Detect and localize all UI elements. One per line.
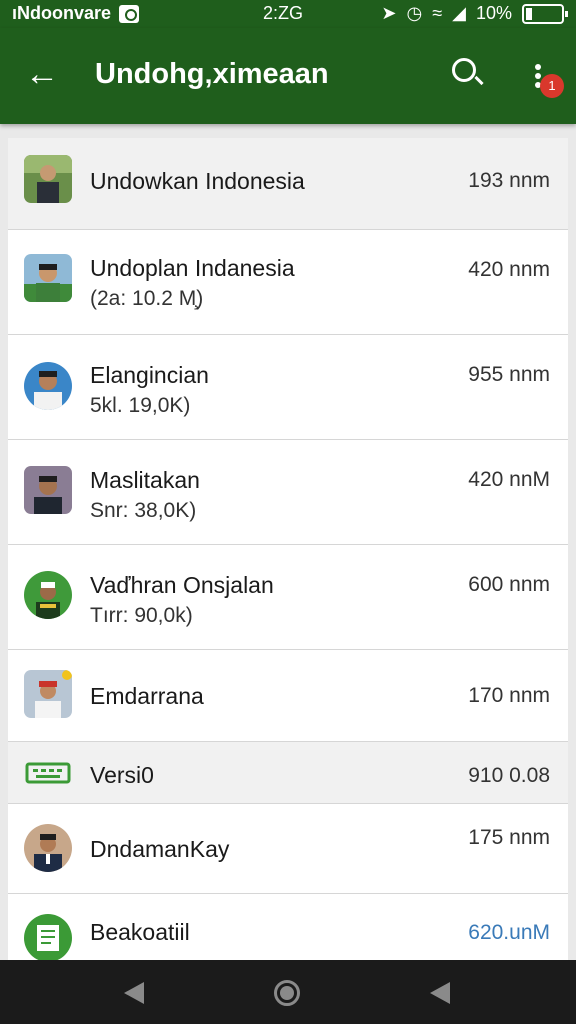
wifi-icon: ≈: [432, 3, 443, 23]
item-title: Elangincian: [90, 362, 209, 388]
avatar: [24, 362, 72, 410]
item-title: Versi0: [90, 762, 154, 788]
status-right: ➤ ◷ ≈ ◢ 10%: [381, 3, 568, 24]
item-title: Beakoatiil: [90, 919, 190, 945]
alarm-icon: ◷: [406, 3, 423, 23]
item-value: 420 nnm: [468, 258, 550, 281]
item-title: Vaďhran Onsjalan: [90, 572, 274, 598]
avatar: [24, 571, 72, 619]
avatar: [24, 670, 72, 718]
location-icon: ➤: [381, 3, 397, 23]
notification-badge: 1: [540, 74, 564, 98]
system-nav-bar: [0, 960, 576, 1024]
nav-home-icon[interactable]: [274, 980, 300, 1006]
item-title: Maslitakan: [90, 467, 200, 493]
item-subtitle: 5kl. 19,0K): [90, 394, 191, 417]
item-subtitle: Tırr: 90,0k): [90, 604, 193, 627]
list-item[interactable]: Beakoatiil 620.unM: [8, 894, 568, 960]
list-item[interactable]: Undowkan Indonesia 193 nnm: [8, 138, 568, 230]
page-title: Undohg‚ximeaan: [95, 58, 329, 90]
carrier-label: ıNdoonvare: [12, 3, 112, 23]
item-value: 955 nnm: [468, 363, 550, 386]
item-title: DndamanKay: [90, 836, 230, 862]
document-icon: [24, 914, 72, 960]
avatar: [24, 466, 72, 514]
list-item[interactable]: Maslitakan Snr: 38,0K) 420 nnM: [8, 440, 568, 545]
nav-recents-icon[interactable]: [430, 982, 450, 1004]
item-value: 170 nnm: [468, 684, 550, 707]
battery-percent: 10%: [475, 3, 512, 23]
item-title: Undowkan Indonesia: [90, 168, 305, 194]
item-title: Undoplan Indanesia: [90, 255, 295, 281]
signal-icon: ◢: [452, 3, 466, 23]
item-value: 910 0.08: [468, 764, 550, 787]
search-icon[interactable]: [448, 54, 488, 94]
item-subtitle: (2a: 10.2 M̧): [90, 287, 204, 310]
avatar: [24, 155, 72, 203]
item-value: 420 nnM: [468, 468, 550, 491]
status-left: ıNdoonvare: [12, 3, 140, 24]
nav-back-icon[interactable]: [124, 982, 144, 1004]
avatar: [24, 824, 72, 872]
battery-icon: [522, 3, 568, 24]
item-value: 175 nnm: [468, 826, 550, 849]
list-item[interactable]: Emdarrana 170 nnm: [8, 650, 568, 742]
item-title: Emdarrana: [90, 683, 204, 709]
keyboard-icon: [24, 749, 72, 797]
status-time: 2:ZG: [263, 3, 304, 23]
list-item[interactable]: Undoplan Indanesia (2a: 10.2 M̧) 420 nnm: [8, 230, 568, 335]
item-value: 620.unM: [468, 921, 550, 944]
item-value: 193 nnm: [468, 169, 550, 192]
list-item[interactable]: DndamanKay 175 nnm: [8, 804, 568, 894]
back-arrow-icon[interactable]: ←: [22, 54, 62, 94]
avatar: [24, 254, 72, 302]
list-item[interactable]: Versi0 910 0.08: [8, 742, 568, 804]
notification-icon: [119, 4, 140, 23]
status-bar: ıNdoonvare 2:ZG ➤ ◷ ≈ ◢ 10%: [0, 0, 576, 28]
app-bar: ← Undohg‚ximeaan 1: [0, 28, 576, 124]
item-subtitle: Snr: 38,0K): [90, 499, 197, 522]
list-item[interactable]: Vaďhran Onsjalan Tırr: 90,0k) 600 nnm: [8, 545, 568, 650]
list-item[interactable]: Elangincian 5kl. 19,0K) 955 nnm: [8, 335, 568, 440]
item-value: 600 nnm: [468, 573, 550, 596]
item-list: Undowkan Indonesia 193 nnm Undoplan Inda…: [8, 138, 568, 960]
